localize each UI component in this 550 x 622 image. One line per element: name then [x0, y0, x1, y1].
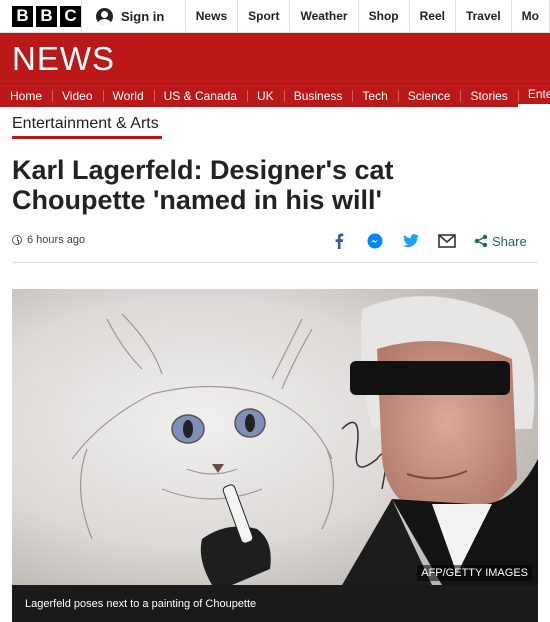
article-headline: Karl Lagerfeld: Designer's cat Choupette…	[12, 155, 394, 215]
bbc-logo-letter: B	[36, 5, 57, 27]
section-nav-us-canada[interactable]: US & Canada	[153, 84, 247, 107]
image-credit: AFP/GETTY IMAGES	[417, 565, 532, 581]
share-label: Share	[492, 233, 527, 249]
user-icon	[96, 7, 113, 25]
top-nav: News Sport Weather Shop Reel Travel Mo	[186, 0, 550, 32]
email-icon[interactable]	[438, 232, 456, 250]
section-nav-stories[interactable]: Stories	[460, 84, 517, 107]
section-nav: Home Video World US & Canada UK Business…	[0, 83, 550, 107]
share-button[interactable]: Share	[474, 234, 527, 249]
share-icon	[474, 234, 488, 248]
section-nav-uk[interactable]: UK	[247, 84, 284, 107]
bbc-logo-letter: C	[60, 5, 81, 27]
clock-icon	[12, 235, 22, 245]
divider	[12, 262, 538, 263]
news-logo[interactable]: NEWS	[12, 40, 115, 78]
article-image: AFP/GETTY IMAGES	[12, 289, 538, 585]
news-banner: NEWS	[0, 33, 550, 83]
messenger-icon[interactable]	[366, 232, 384, 250]
top-nav-sport[interactable]: Sport	[238, 0, 291, 32]
top-nav-shop[interactable]: Shop	[359, 0, 410, 32]
section-underline	[12, 136, 162, 139]
article-photo	[12, 289, 538, 585]
sign-in-label: Sign in	[121, 8, 165, 24]
top-nav-travel[interactable]: Travel	[456, 0, 512, 32]
share-row: Share	[330, 232, 527, 250]
section-nav-home[interactable]: Home	[0, 84, 52, 107]
section-nav-business[interactable]: Business	[283, 84, 353, 107]
article-meta: 6 hours ago	[12, 234, 85, 246]
section-nav-video[interactable]: Video	[52, 84, 102, 107]
top-nav-reel[interactable]: Reel	[410, 0, 456, 32]
section-nav-entertainment[interactable]: Enterta	[517, 84, 550, 107]
top-bar: B B C Sign in News Sport Weather Shop Re…	[0, 0, 550, 33]
section-label[interactable]: Entertainment & Arts	[12, 115, 159, 133]
top-nav-weather[interactable]: Weather	[290, 0, 359, 32]
bbc-logo[interactable]: B B C	[0, 0, 82, 32]
timestamp: 6 hours ago	[27, 234, 86, 246]
bbc-logo-letter: B	[12, 5, 33, 27]
top-nav-more[interactable]: Mo	[512, 0, 550, 32]
sign-in-link[interactable]: Sign in	[82, 0, 186, 32]
section-nav-tech[interactable]: Tech	[352, 84, 397, 107]
section-nav-science[interactable]: Science	[397, 84, 461, 107]
image-caption: Lagerfeld poses next to a painting of Ch…	[12, 585, 538, 622]
facebook-icon[interactable]	[330, 232, 348, 250]
top-nav-news[interactable]: News	[186, 0, 239, 32]
section-nav-world[interactable]: World	[102, 84, 154, 107]
twitter-icon[interactable]	[402, 232, 420, 250]
